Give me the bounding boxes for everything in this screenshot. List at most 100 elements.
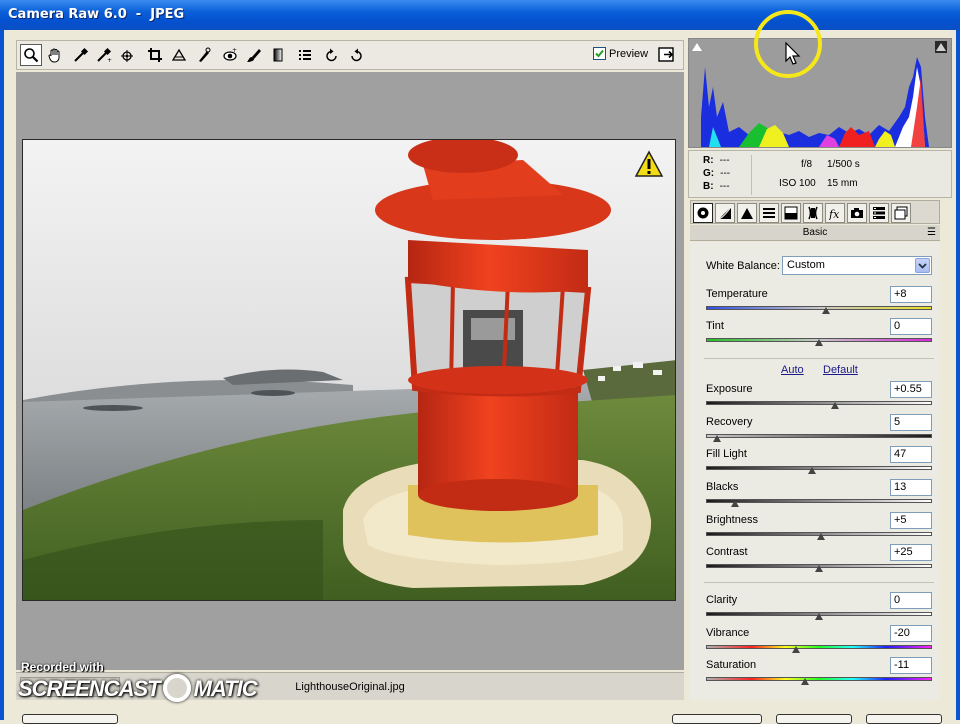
adjustment-panel-tabs: fx xyxy=(690,200,940,224)
recovery-slider-thumb[interactable] xyxy=(713,435,722,442)
recovery-value-field[interactable]: 5 xyxy=(890,414,932,431)
blacks-slider-track[interactable] xyxy=(706,499,932,503)
fill-light-label: Fill Light xyxy=(706,448,747,460)
readout-red: R: --- xyxy=(703,155,730,166)
watermark-brand-left: SCREENCAST xyxy=(18,676,161,701)
tool-bar: + + Preview xyxy=(16,40,684,70)
exif-shutter: 1/500 s xyxy=(827,159,860,170)
readout-divider xyxy=(751,155,752,195)
save-image-button[interactable] xyxy=(22,714,118,724)
tint-value-field[interactable]: 0 xyxy=(890,318,932,335)
exif-focal-length: 15 mm xyxy=(827,178,858,189)
clarity-label: Clarity xyxy=(706,594,738,606)
svg-text:+: + xyxy=(107,57,112,63)
cancel-button[interactable] xyxy=(776,714,852,724)
saturation-slider-track[interactable] xyxy=(706,677,932,681)
readout-blue-label: B: xyxy=(703,181,714,192)
spot-removal-tool-icon[interactable] xyxy=(193,44,215,66)
vibrance-slider-track[interactable] xyxy=(706,645,932,649)
temperature-value-field[interactable]: +8 xyxy=(890,286,932,303)
graduated-filter-icon[interactable] xyxy=(267,44,289,66)
done-button[interactable] xyxy=(866,714,942,724)
detail-tab-icon[interactable] xyxy=(737,203,757,223)
adjustment-brush-icon[interactable] xyxy=(243,44,265,66)
fill-light-value-field[interactable]: 47 xyxy=(890,446,932,463)
targeted-adjustment-tool-icon[interactable] xyxy=(117,44,139,66)
highlight-clipping-warning-icon[interactable] xyxy=(935,41,947,53)
straighten-tool-icon[interactable] xyxy=(168,44,190,66)
white-balance-select[interactable]: Custom xyxy=(782,256,932,275)
contrast-slider-thumb[interactable] xyxy=(815,565,823,572)
temperature-label: Temperature xyxy=(706,288,768,300)
white-balance-value: Custom xyxy=(787,259,825,271)
contrast-value-field[interactable]: +25 xyxy=(890,544,932,561)
preview-label: Preview xyxy=(609,48,649,60)
presets-tab-icon[interactable] xyxy=(869,203,889,223)
readout-blue-value: --- xyxy=(719,181,730,192)
blacks-slider-thumb[interactable] xyxy=(731,500,740,507)
fullscreen-toggle-icon[interactable] xyxy=(657,45,677,65)
exposure-slider-thumb[interactable] xyxy=(830,402,839,409)
preview-checkbox[interactable] xyxy=(593,47,606,60)
panel-header: Basic ☰ xyxy=(690,225,940,241)
vibrance-value-field[interactable]: -20 xyxy=(890,625,932,642)
red-eye-removal-tool-icon[interactable]: + xyxy=(219,44,241,66)
brightness-slider-thumb[interactable] xyxy=(817,533,826,540)
record-icon xyxy=(162,674,191,703)
preferences-icon[interactable] xyxy=(294,44,316,66)
fill-light-slider-track[interactable] xyxy=(706,466,932,470)
crop-tool-icon[interactable] xyxy=(144,44,166,66)
histogram-graph xyxy=(701,57,929,147)
default-link[interactable]: Default xyxy=(823,364,858,376)
open-image-button[interactable] xyxy=(672,714,762,724)
exposure-label: Exposure xyxy=(706,383,753,395)
contrast-label: Contrast xyxy=(706,546,748,558)
lighthouse-photo[interactable] xyxy=(22,139,676,601)
vibrance-slider-thumb[interactable] xyxy=(792,646,801,653)
vibrance-label: Vibrance xyxy=(706,627,750,639)
tint-slider-thumb[interactable] xyxy=(815,339,823,346)
exposure-slider-track[interactable] xyxy=(706,401,932,405)
snapshots-tab-icon[interactable] xyxy=(891,203,911,223)
clarity-slider-thumb[interactable] xyxy=(815,613,823,620)
clarity-value-field[interactable]: 0 xyxy=(890,592,932,609)
blacks-value-field[interactable]: 13 xyxy=(890,479,932,496)
effects-tab-icon[interactable]: fx xyxy=(825,203,845,223)
window-title: Camera Raw 6.0 - JPEG xyxy=(8,7,185,22)
basic-tab-icon[interactable] xyxy=(693,203,713,223)
rotate-left-icon[interactable] xyxy=(321,44,343,66)
exif-iso: ISO 100 xyxy=(779,178,816,189)
hsl-tab-icon[interactable] xyxy=(759,203,779,223)
section-divider xyxy=(704,582,934,583)
brightness-value-field[interactable]: +5 xyxy=(890,512,932,529)
lens-corrections-tab-icon[interactable] xyxy=(803,203,823,223)
readout-blue: B: --- xyxy=(703,181,730,192)
tone-curve-tab-icon[interactable] xyxy=(715,203,735,223)
recovery-slider-track[interactable] xyxy=(706,434,932,438)
readout-green-value: --- xyxy=(720,168,731,179)
recovery-label: Recovery xyxy=(706,416,753,428)
white-balance-tool-icon[interactable] xyxy=(70,44,92,66)
rotate-right-icon[interactable] xyxy=(345,44,367,66)
fill-light-slider-thumb[interactable] xyxy=(808,467,817,474)
readout-green: G: --- xyxy=(703,168,730,179)
chevron-down-icon[interactable] xyxy=(915,258,930,273)
tint-label: Tint xyxy=(706,320,724,332)
hand-tool-icon[interactable] xyxy=(44,44,66,66)
auto-link[interactable]: Auto xyxy=(781,364,804,376)
panel-menu-icon[interactable]: ☰ xyxy=(927,225,936,241)
saturation-slider-thumb[interactable] xyxy=(801,678,810,685)
temperature-slider-thumb[interactable] xyxy=(821,307,830,314)
exposure-value-field[interactable]: +0.55 xyxy=(890,381,932,398)
color-sampler-tool-icon[interactable]: + xyxy=(93,44,115,66)
camera-calibration-tab-icon[interactable] xyxy=(847,203,867,223)
split-toning-tab-icon[interactable] xyxy=(781,203,801,223)
saturation-value-field[interactable]: -11 xyxy=(890,657,932,674)
info-readout: R: --- G: --- B: --- f/8 1/500 s ISO 100 15… xyxy=(688,150,952,198)
window-frame-right xyxy=(956,30,960,720)
zoom-tool-icon[interactable] xyxy=(20,44,42,66)
watermark-recorded-with: Recorded with xyxy=(21,660,104,674)
warning-icon[interactable] xyxy=(634,150,664,178)
temperature-slider-track[interactable] xyxy=(706,306,932,310)
screencast-watermark: Recorded with SCREENCAST MATIC xyxy=(18,660,258,710)
